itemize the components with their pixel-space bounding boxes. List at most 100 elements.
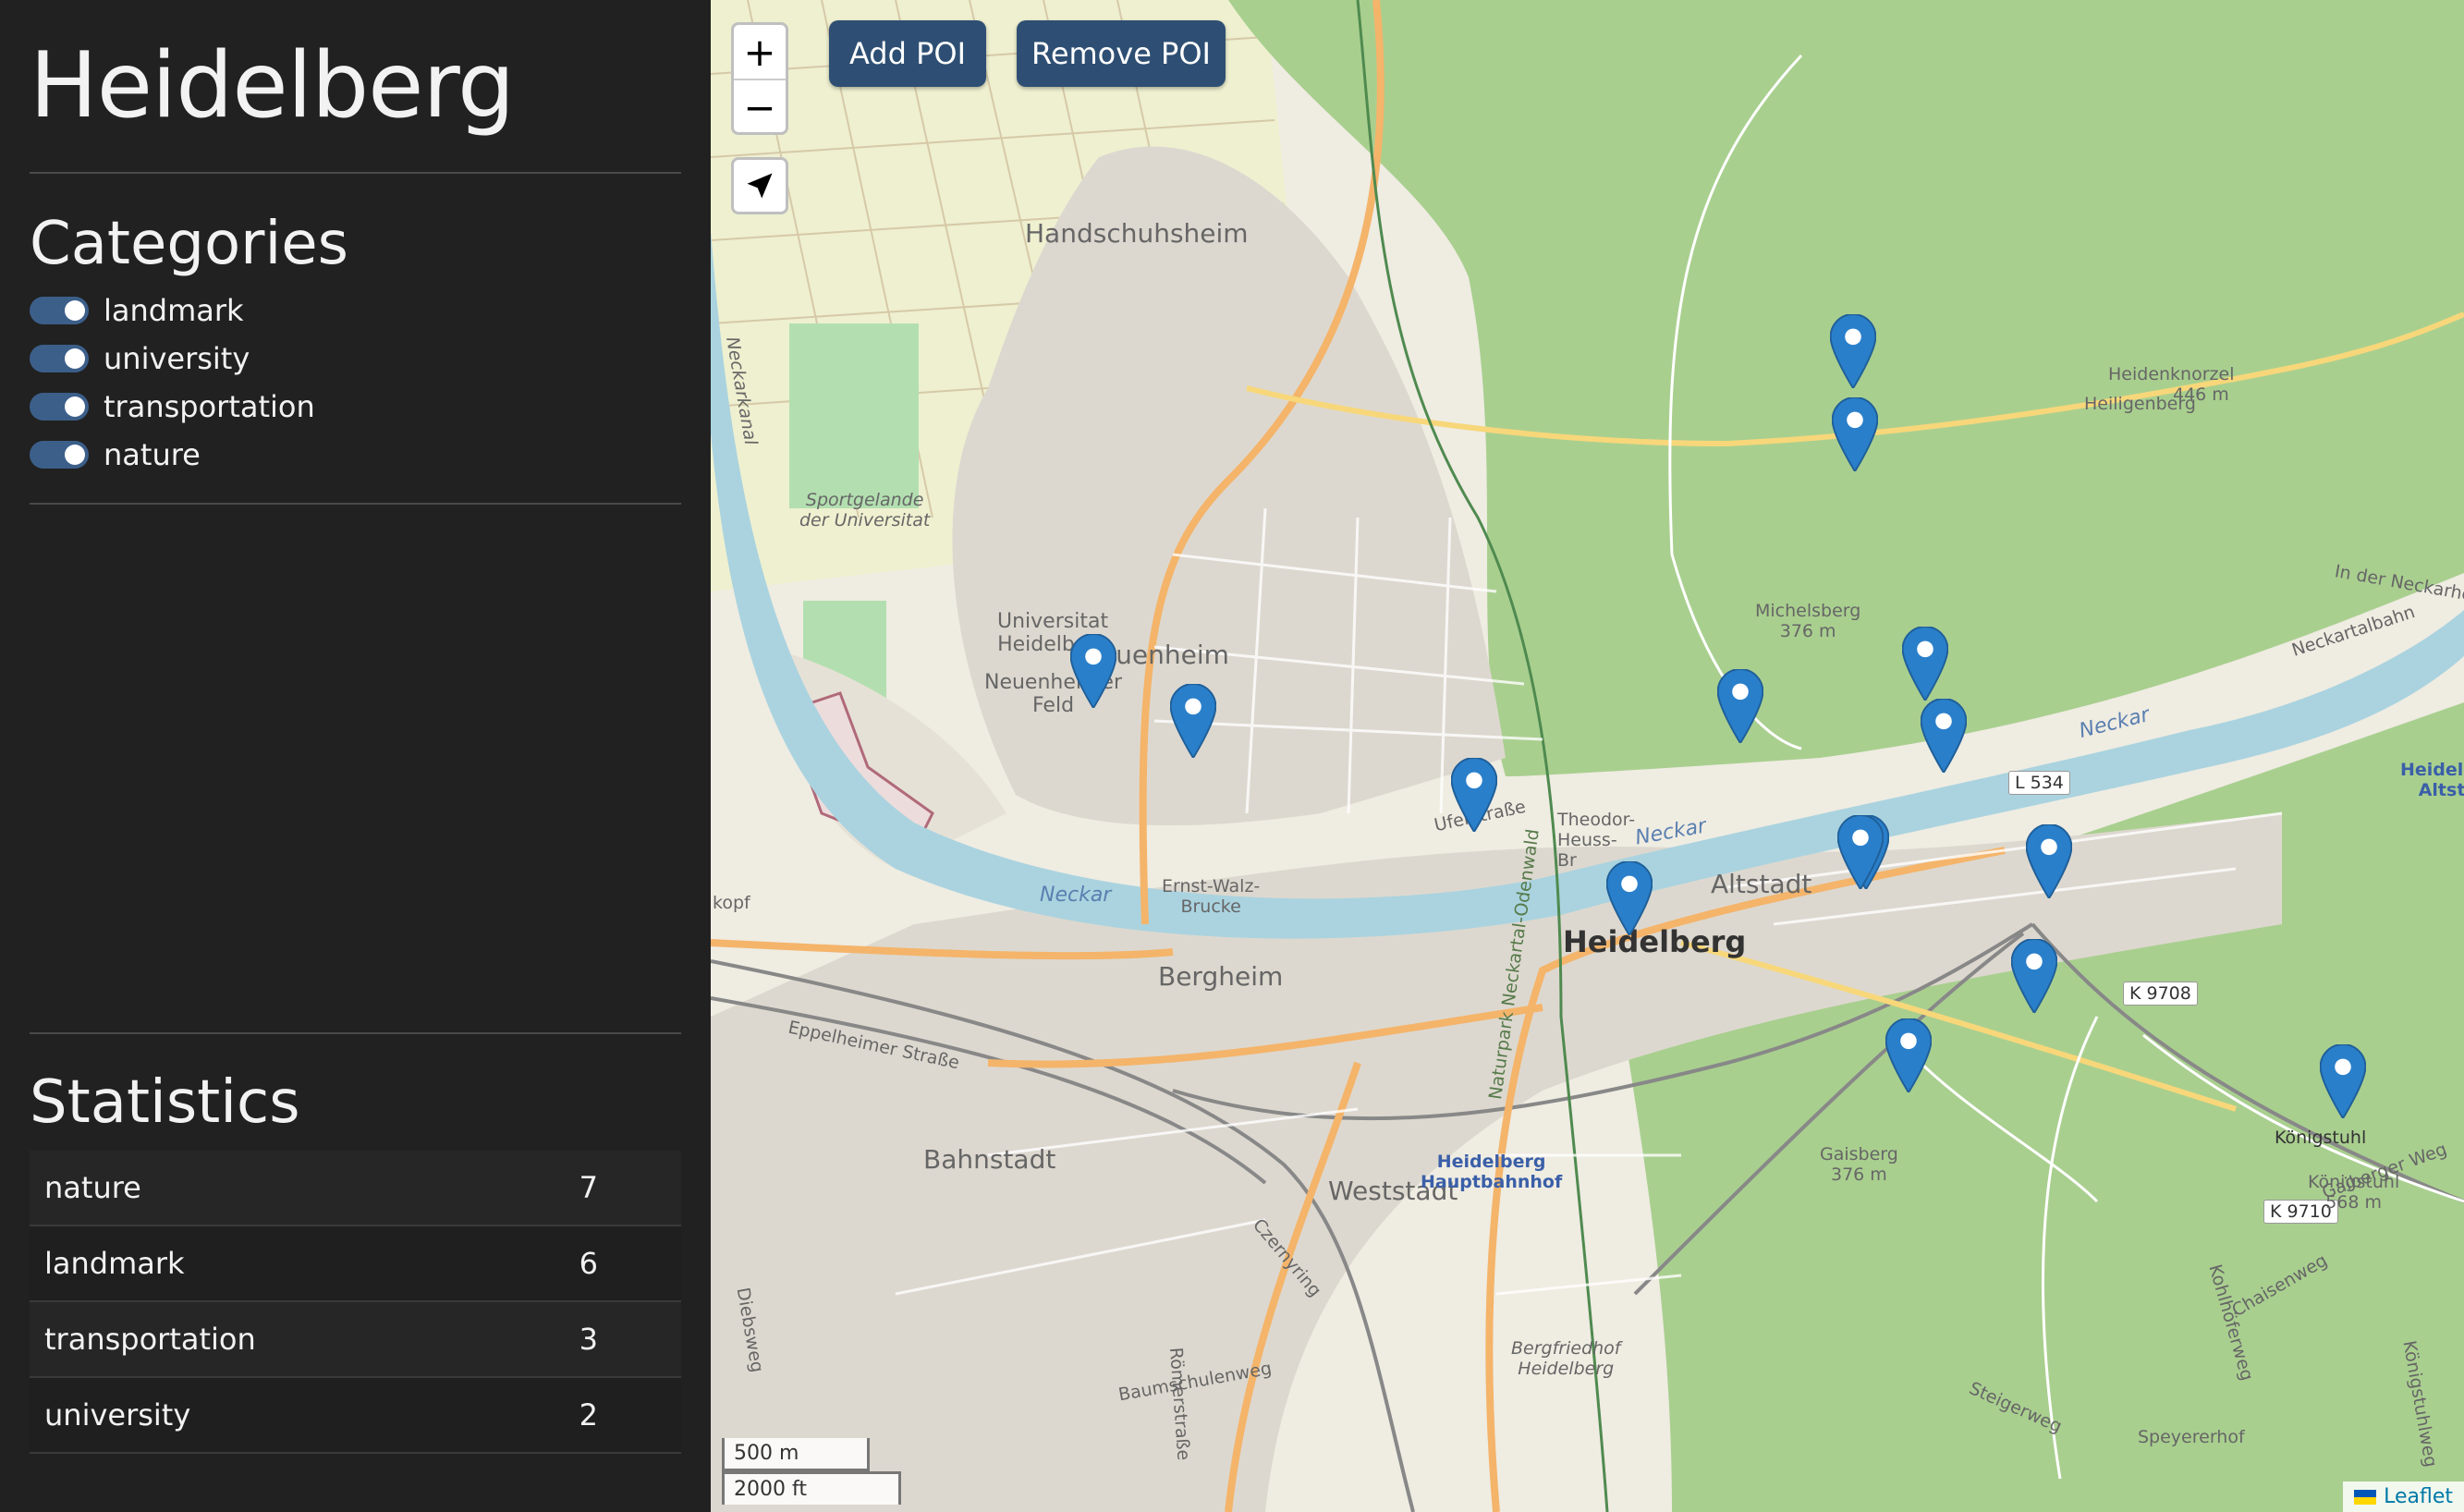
stat-label: landmark: [30, 1225, 509, 1302]
peak-name: Heidenknorzel: [2108, 364, 2235, 384]
map-label-hauptbahnhof: Heidelberg Hauptbahnhof: [1421, 1152, 1562, 1192]
category-item-landmark[interactable]: landmark: [30, 287, 681, 335]
category-label: landmark: [104, 293, 244, 328]
zoom-in-button[interactable]: +: [734, 25, 786, 79]
peak-name: Michelsberg: [1755, 601, 1861, 621]
label-line: Feld: [1031, 694, 1075, 717]
navigation-arrow-icon: [747, 173, 773, 199]
poi-marker[interactable]: [1716, 668, 1764, 745]
map-label-neckar: Neckar: [1040, 884, 1112, 907]
poi-marker[interactable]: [1885, 1018, 1933, 1094]
transportation-toggle[interactable]: [30, 393, 89, 421]
poi-marker[interactable]: [2025, 823, 2073, 900]
map-label-konigstuhl: Königstuhl: [2275, 1128, 2367, 1148]
peak-name: Gaisberg: [1820, 1144, 1898, 1164]
poi-marker[interactable]: [1829, 313, 1877, 390]
map-label-heidelberg: Heidelberg: [1563, 924, 1747, 959]
map-label-michelsberg: Michelsberg 376 m: [1755, 601, 1860, 641]
category-item-nature[interactable]: nature: [30, 431, 681, 479]
remove-poi-button[interactable]: Remove POI: [1017, 20, 1226, 87]
map-label-altstadt: Altstadt: [1711, 869, 1812, 899]
poi-marker[interactable]: [1831, 396, 1879, 473]
poi-marker[interactable]: [1920, 698, 1968, 774]
sports-field: [789, 323, 919, 508]
city-title: Heidelberg: [30, 33, 515, 139]
statistics-panel: Statistics nature 7 landmark 6 transportat…: [30, 1032, 681, 1454]
divider: [30, 1032, 681, 1034]
station-line: Heidelberg: [1436, 1152, 1546, 1172]
app-root: Heidelberg Categories landmark universit…: [0, 0, 2464, 1512]
poi-marker[interactable]: [2010, 938, 2058, 1015]
label-line: Heuss-: [1557, 830, 1617, 850]
label-line: Heidelberg: [1518, 1359, 1615, 1379]
poi-marker[interactable]: [2319, 1043, 2367, 1120]
map-pin-icon: [1829, 313, 1877, 390]
label-line: Ernst-Walz-: [1162, 876, 1261, 896]
poi-marker[interactable]: [1069, 633, 1117, 710]
scale-metric: 500 m: [722, 1438, 870, 1471]
stat-count: 6: [509, 1225, 681, 1302]
map-pin-icon: [2319, 1043, 2367, 1120]
landmark-toggle[interactable]: [30, 297, 89, 324]
map-pin-icon: [1069, 633, 1117, 710]
map-label-gaisberg: Gaisberg 376 m: [1820, 1144, 1898, 1185]
divider: [30, 503, 681, 505]
map-pin-icon: [1836, 814, 1885, 891]
stat-count: 2: [509, 1377, 681, 1454]
table-row: transportation 3: [30, 1301, 681, 1378]
map-pin-icon: [1169, 683, 1217, 760]
toggle-knob: [65, 396, 85, 417]
category-label: nature: [104, 437, 201, 472]
station-line: Heidelberg-: [2400, 760, 2464, 780]
toggle-knob: [65, 348, 85, 369]
map-pin-icon: [1450, 757, 1498, 834]
statistics-heading: Statistics: [30, 1068, 300, 1137]
poi-marker[interactable]: [1836, 814, 1885, 891]
station-line: Hauptbahnhof: [1421, 1172, 1563, 1192]
add-poi-button[interactable]: Add POI: [829, 20, 986, 87]
university-toggle[interactable]: [30, 345, 89, 372]
map-view[interactable]: Handschuhsheim Neuenheim Altstadt Heidel…: [711, 0, 2464, 1512]
table-row: nature 7: [30, 1151, 681, 1226]
label-line: der Universitat: [799, 510, 931, 530]
categories-heading: Categories: [30, 210, 348, 278]
map-pin-icon: [2025, 823, 2073, 900]
map-pin-icon: [1605, 860, 1653, 937]
category-list: landmark university transportation natur…: [30, 287, 681, 479]
road-label-k9708: K 9708: [2123, 982, 2198, 1006]
zoom-out-button[interactable]: −: [734, 79, 786, 134]
map-pin-icon: [1831, 396, 1879, 473]
peak-height: 376 m: [1779, 621, 1836, 641]
poi-marker[interactable]: [1450, 757, 1498, 834]
category-label: transportation: [104, 389, 315, 424]
label-line: Universitat: [997, 610, 1109, 633]
category-item-transportation[interactable]: transportation: [30, 383, 681, 431]
label-line: Sportgelande: [805, 490, 924, 510]
map-pin-icon: [1716, 668, 1764, 745]
label-line: Br: [1557, 850, 1577, 871]
ukraine-flag-icon: [2354, 1489, 2377, 1505]
map-tiles[interactable]: [711, 0, 2464, 1512]
label-line: Bergfriedhof: [1511, 1338, 1621, 1359]
poi-marker[interactable]: [1605, 860, 1653, 937]
category-item-university[interactable]: university: [30, 335, 681, 383]
nature-toggle[interactable]: [30, 441, 89, 469]
sidebar: Heidelberg Categories landmark universit…: [0, 0, 711, 1512]
stat-label: nature: [30, 1151, 509, 1226]
poi-marker[interactable]: [1169, 683, 1217, 760]
stat-label: transportation: [30, 1301, 509, 1378]
locate-button[interactable]: [731, 157, 788, 214]
zoom-control: + −: [731, 22, 788, 135]
map-attribution: Leaflet: [2343, 1482, 2464, 1512]
toggle-knob: [65, 445, 85, 465]
table-row: landmark 6: [30, 1225, 681, 1302]
poi-marker[interactable]: [1901, 626, 1949, 702]
stat-count: 7: [509, 1151, 681, 1226]
leaflet-link[interactable]: Leaflet: [2384, 1485, 2453, 1508]
map-label-bahnstadt: Bahnstadt: [923, 1144, 1056, 1175]
map-label-bergfriedhof: Bergfriedhof Heidelberg: [1511, 1338, 1620, 1379]
label-line: Theodor-: [1557, 810, 1636, 830]
station-line: Altstadt: [2418, 780, 2464, 800]
map-pin-icon: [1901, 626, 1949, 702]
map-label-kopf: kopf: [713, 893, 750, 913]
